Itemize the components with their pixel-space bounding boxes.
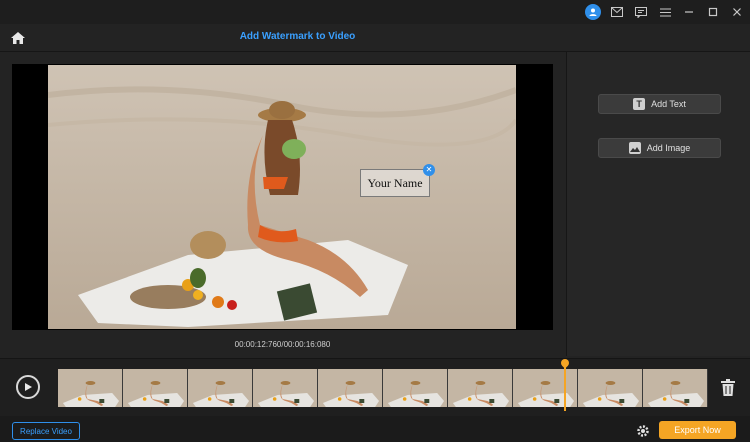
watermark-text-box[interactable]: Your Name ✕	[360, 164, 435, 197]
timeline-frame-thumbnail	[188, 369, 253, 407]
playback-timecode: 00:00:12:760/00:00:16:080	[234, 340, 331, 349]
export-now-button[interactable]: Export Now	[659, 421, 736, 439]
video-preview: Your Name ✕	[12, 64, 553, 330]
bottom-bar: Replace Video Export Now	[0, 416, 750, 442]
timeline	[0, 357, 750, 416]
timeline-frame-thumbnail	[383, 369, 448, 407]
add-text-button[interactable]: T Add Text	[598, 94, 721, 114]
menu-icon[interactable]	[656, 3, 674, 21]
gear-icon[interactable]	[636, 424, 650, 438]
text-icon: T	[633, 98, 646, 110]
add-image-label: Add Image	[646, 143, 691, 153]
watermark-options-panel: T Add Text Add Image	[566, 52, 750, 356]
playhead[interactable]	[564, 363, 566, 411]
timeline-frame-thumbnail	[318, 369, 383, 407]
timeline-frame-thumbnail	[58, 369, 123, 407]
watermark-text: Your Name	[367, 175, 423, 190]
user-icon[interactable]	[584, 3, 602, 21]
watermark-editor-window: Add Watermark to Video Your Name ✕ 00:00…	[0, 0, 750, 442]
video-frame-image: Your Name ✕	[48, 65, 516, 329]
add-text-label: Add Text	[651, 99, 686, 109]
mail-icon[interactable]	[608, 3, 626, 21]
timeline-frame-thumbnail	[513, 369, 578, 407]
add-image-button[interactable]: Add Image	[598, 138, 721, 158]
timeline-frame-thumbnail	[448, 369, 513, 407]
image-icon	[628, 142, 641, 154]
watermark-remove-icon[interactable]: ✕	[423, 164, 435, 176]
trash-icon[interactable]	[720, 379, 736, 397]
play-button[interactable]	[16, 375, 40, 399]
timeline-frame-thumbnail	[643, 369, 708, 407]
minimize-icon[interactable]	[680, 3, 698, 21]
timeline-frame-thumbnail	[123, 369, 188, 407]
window-controls	[584, 3, 746, 21]
header-bar: Add Watermark to Video	[0, 24, 750, 52]
title-bar	[0, 0, 750, 24]
close-icon[interactable]	[728, 3, 746, 21]
play-icon	[25, 383, 32, 391]
feedback-icon[interactable]	[632, 3, 650, 21]
timeline-frame-thumbnail	[253, 369, 318, 407]
frame-strip[interactable]	[58, 369, 708, 407]
timeline-frame-thumbnail	[578, 369, 643, 407]
replace-video-button[interactable]: Replace Video	[12, 422, 80, 440]
page-title: Add Watermark to Video	[239, 31, 356, 42]
maximize-icon[interactable]	[704, 3, 722, 21]
